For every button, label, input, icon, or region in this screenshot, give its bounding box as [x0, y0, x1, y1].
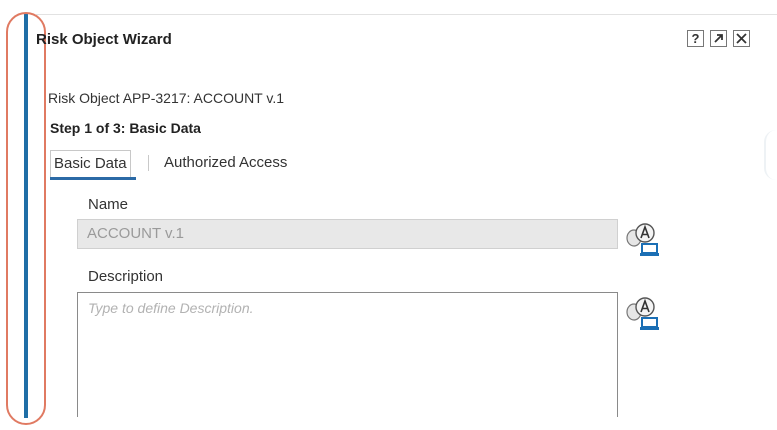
help-icon: ?	[691, 31, 700, 46]
tab-authorized-access[interactable]: Authorized Access	[164, 154, 287, 171]
description-textarea[interactable]: Type to define Description.	[77, 292, 618, 417]
window-controls: ?	[687, 30, 750, 47]
description-translation-button[interactable]	[624, 295, 662, 333]
dialog-title: Risk Object Wizard	[36, 31, 172, 48]
name-field-label: Name	[88, 196, 129, 213]
annotation-highlight-ellipse	[6, 12, 46, 425]
wizard-step-title: Step 1 of 3: Basic Data	[50, 120, 201, 136]
popout-icon	[714, 34, 723, 43]
translation-icon	[626, 223, 659, 256]
dialog-top-border	[36, 14, 777, 15]
name-input[interactable]: ACCOUNT v.1	[77, 219, 618, 249]
description-field-label: Description	[88, 268, 164, 285]
tab-separator	[148, 155, 149, 171]
name-translation-button[interactable]	[624, 221, 662, 259]
help-button[interactable]: ?	[687, 30, 704, 47]
close-icon	[736, 33, 747, 44]
risk-object-identifier: Risk Object APP-3217: ACCOUNT v.1	[48, 90, 285, 106]
close-button[interactable]	[733, 30, 750, 47]
active-tab-indicator	[50, 177, 136, 180]
tab-basic-data[interactable]: Basic Data	[50, 150, 131, 178]
description-placeholder: Type to define Description.	[88, 300, 254, 316]
popout-button[interactable]	[710, 30, 727, 47]
background-edge-decoration	[764, 130, 777, 180]
translation-icon	[626, 297, 659, 330]
